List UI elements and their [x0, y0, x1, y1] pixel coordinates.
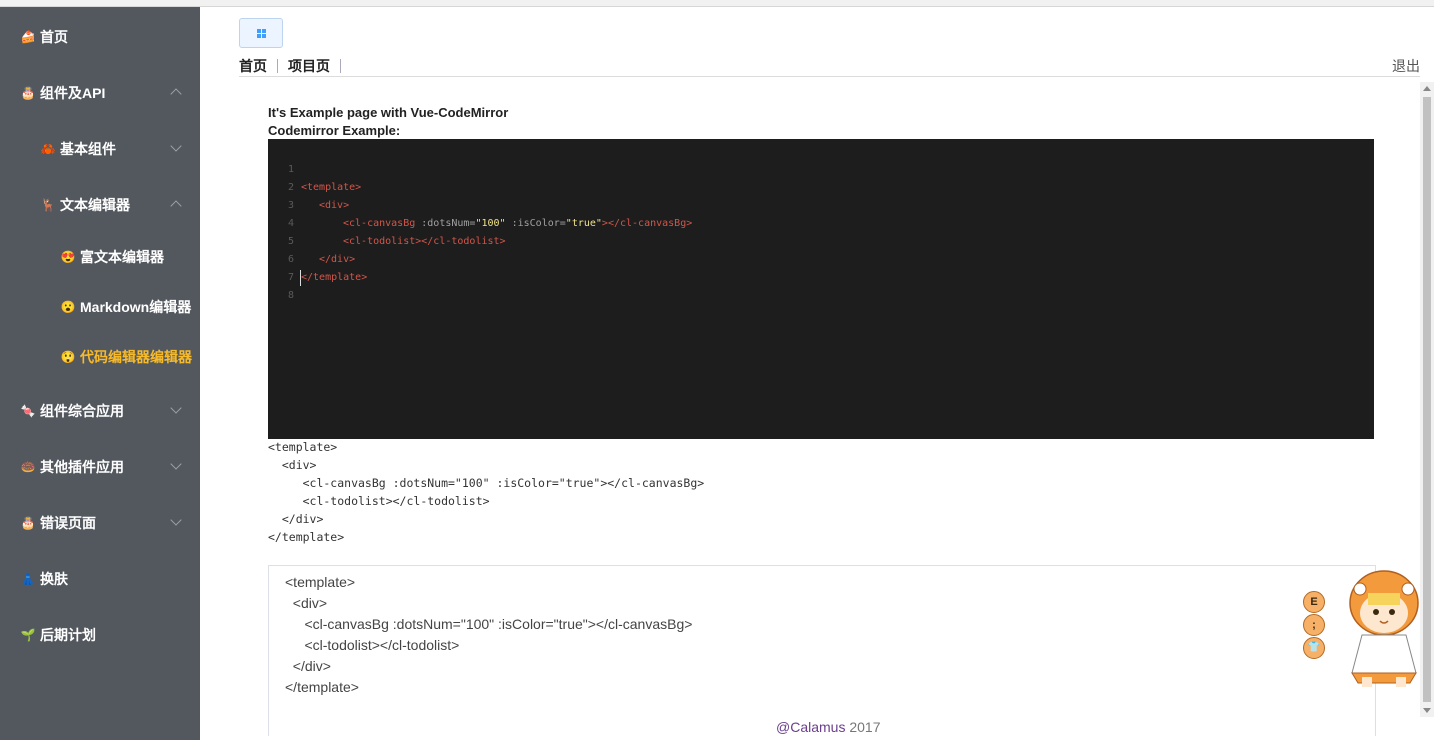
sidebar-item-components-api[interactable]: 🎂 组件及API	[20, 73, 200, 113]
sidebar-toggle-button[interactable]	[239, 18, 283, 48]
deer-icon: 🦌	[40, 198, 56, 212]
sidebar: 🍰 首页 🎂 组件及API 🦀 基本组件 🦌 文本编辑器 😍 富文本编辑器 😮 …	[0, 7, 200, 740]
chevron-down-icon	[170, 514, 182, 526]
sidebar-item-label: 基本组件	[60, 141, 116, 157]
line-number: 8	[287, 290, 294, 301]
code-text: <cl-todolist></cl-todolist>	[343, 236, 506, 247]
sidebar-item-label: 富文本编辑器	[80, 249, 164, 265]
sidebar-item-future-plans[interactable]: 🌱 后期计划	[20, 615, 200, 655]
candy-icon: 🍬	[20, 404, 36, 418]
sidebar-item-label: 错误页面	[40, 515, 96, 531]
sidebar-item-label: 换肤	[40, 571, 68, 587]
code-editor[interactable]: 1 <template> 2 <div> 3 <cl-canvasBg :dot…	[268, 139, 1374, 439]
cake-icon: 🎂	[20, 516, 36, 530]
cake-icon: 🍩	[20, 460, 36, 474]
code-output-preview: <template> <div> <cl-canvasBg :dotsNum="…	[268, 440, 705, 544]
code-line: 8	[268, 269, 304, 301]
code-line: 6 </template>	[268, 233, 367, 283]
code-text: </template>	[301, 272, 368, 283]
code-line: 7	[268, 251, 304, 283]
sidebar-item-label: 组件及API	[40, 85, 106, 101]
sidebar-item-label: 后期计划	[40, 627, 96, 643]
code-line: 1 <template>	[268, 143, 361, 193]
emoji-icon: 😮	[60, 300, 76, 314]
sidebar-item-code-editor[interactable]: 😲 代码编辑器编辑器	[60, 337, 200, 377]
breadcrumb-separator	[277, 59, 278, 73]
mascot-bubble-button[interactable]: ;	[1303, 614, 1325, 636]
code-line: 4 <cl-todolist></cl-todolist>	[268, 197, 506, 247]
sidebar-item-label: 组件综合应用	[40, 403, 124, 419]
cake-icon: 🍰	[20, 30, 36, 44]
footer-author: @Calamus	[776, 719, 846, 735]
chevron-down-icon	[170, 140, 182, 152]
code-text: </div>	[319, 254, 356, 265]
code-text: <cl-canvasBg :dotsNum="100" :isColor="tr…	[343, 218, 693, 229]
code-text: <div>	[319, 200, 350, 211]
sidebar-item-label: Markdown编辑器	[80, 299, 192, 315]
text-cursor	[300, 270, 301, 286]
code-line: 5 </div>	[268, 215, 355, 265]
chevron-up-icon	[170, 200, 182, 212]
emoji-icon: 😍	[60, 250, 76, 264]
chevron-up-icon	[170, 88, 182, 100]
footer-year: 2017	[845, 719, 881, 735]
sidebar-item-label: 代码编辑器编辑器	[80, 349, 192, 365]
mascot-widget[interactable]: E ; 👕	[1298, 565, 1434, 690]
section-heading: Codemirror Example:	[268, 123, 401, 138]
footer: @Calamus 2017	[776, 719, 881, 735]
cake-icon: 🎂	[20, 86, 36, 100]
sidebar-item-label: 首页	[40, 29, 68, 45]
chevron-down-icon	[170, 458, 182, 470]
mascot-character-icon	[1349, 570, 1419, 687]
sidebar-item-label: 其他插件应用	[40, 459, 124, 475]
sidebar-item-home[interactable]: 🍰 首页	[20, 17, 200, 57]
crab-icon: 🦀	[40, 142, 56, 156]
header-divider	[239, 76, 1420, 77]
scroll-up-arrow-icon[interactable]	[1423, 86, 1431, 91]
sidebar-item-basic-components[interactable]: 🦀 基本组件	[40, 129, 200, 169]
sidebar-item-composite-apps[interactable]: 🍬 组件综合应用	[20, 391, 200, 431]
breadcrumb-project[interactable]: 项目页	[288, 56, 330, 76]
textarea-value: <template> <div> <cl-canvasBg :dotsNum="…	[285, 574, 693, 695]
mascot-bubble-button[interactable]: 👕	[1303, 637, 1325, 659]
grid-icon	[257, 29, 266, 38]
sidebar-item-text-editor[interactable]: 🦌 文本编辑器	[40, 185, 200, 225]
sidebar-item-error-pages[interactable]: 🎂 错误页面	[20, 503, 200, 543]
plant-icon: 🌱	[20, 628, 36, 642]
dress-icon: 👗	[20, 572, 36, 586]
code-text: <template>	[301, 182, 362, 193]
page-heading: It's Example page with Vue-CodeMirror	[268, 105, 509, 120]
code-textarea[interactable]: <template> <div> <cl-canvasBg :dotsNum="…	[268, 565, 1376, 736]
code-line: 2 <div>	[268, 161, 349, 211]
code-line: 3 <cl-canvasBg :dotsNum="100" :isColor="…	[268, 179, 692, 229]
logout-link[interactable]: 退出	[1392, 56, 1420, 76]
sidebar-item-other-plugins[interactable]: 🍩 其他插件应用	[20, 447, 200, 487]
mascot-bubble-button[interactable]: E	[1303, 591, 1325, 613]
browser-top-strip	[0, 0, 1434, 7]
emoji-icon: 😲	[60, 350, 76, 364]
breadcrumb-separator	[340, 59, 341, 73]
sidebar-item-label: 文本编辑器	[60, 197, 130, 213]
sidebar-item-markdown-editor[interactable]: 😮 Markdown编辑器	[60, 287, 200, 327]
chevron-down-icon	[170, 402, 182, 414]
sidebar-item-skin[interactable]: 👗 换肤	[20, 559, 200, 599]
scroll-down-arrow-icon[interactable]	[1423, 708, 1431, 713]
sidebar-item-rich-text-editor[interactable]: 😍 富文本编辑器	[60, 237, 200, 277]
breadcrumb: 首页 项目页	[239, 56, 351, 76]
main-area: 首页 项目页 退出 It's Example page with Vue-Cod…	[200, 7, 1434, 740]
breadcrumb-home[interactable]: 首页	[239, 56, 267, 76]
